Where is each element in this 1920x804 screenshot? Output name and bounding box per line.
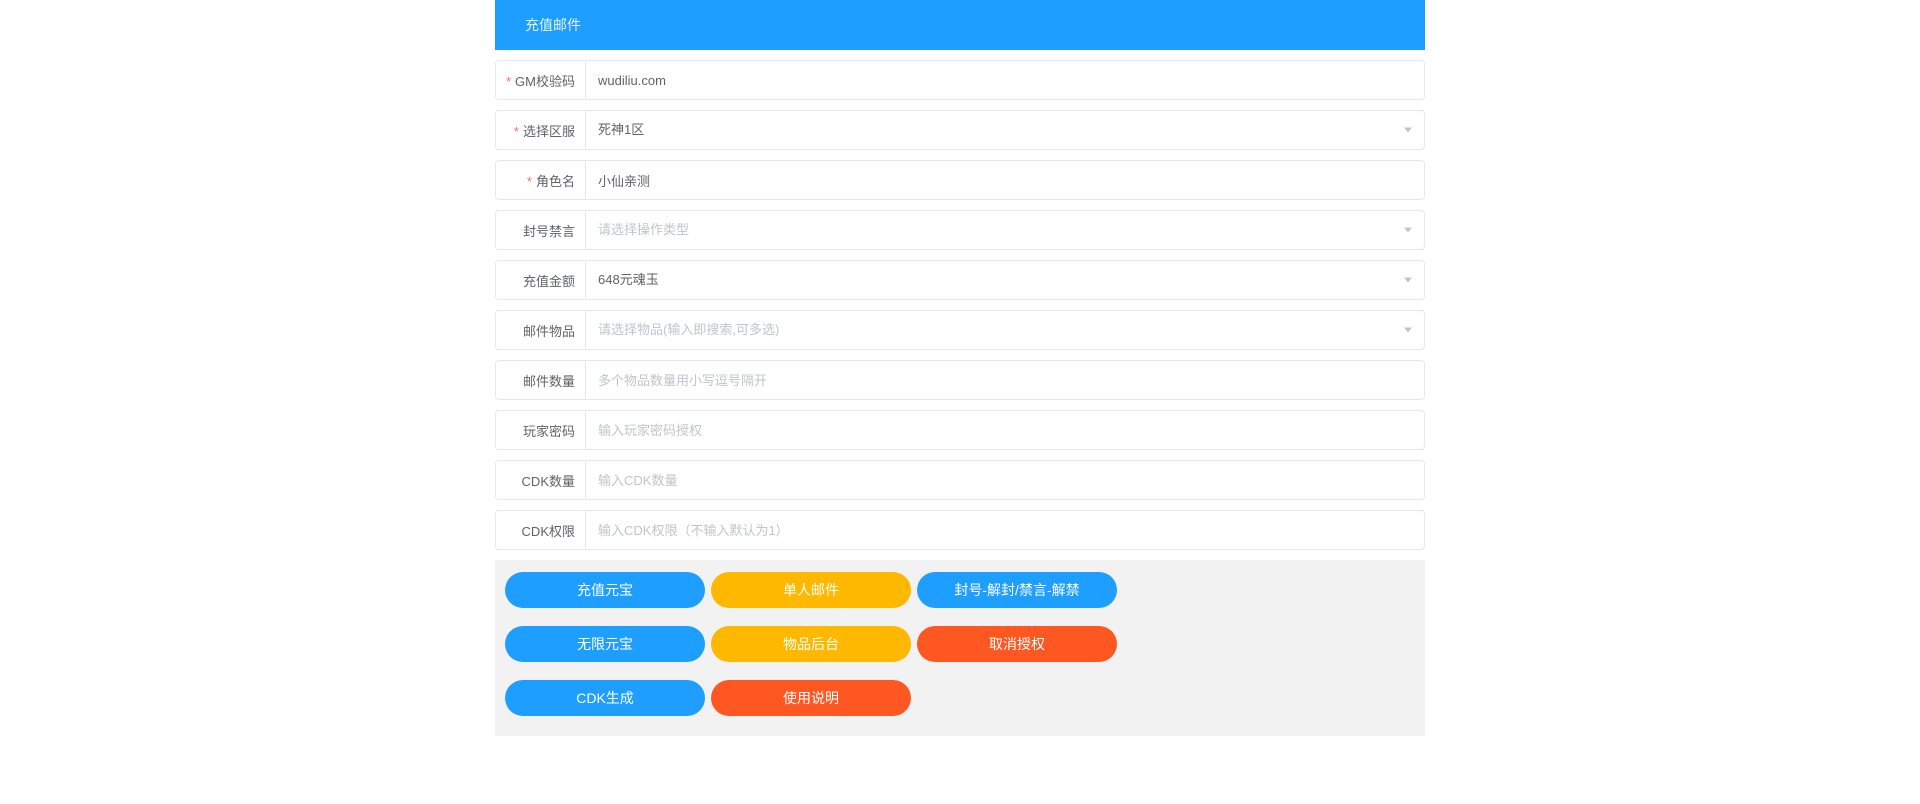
label-gm-code: GM校验码 xyxy=(496,61,586,99)
button-row-1: 充值元宝 单人邮件 封号-解封/禁言-解禁 xyxy=(505,572,1415,608)
label-ban: 封号禁言 xyxy=(496,211,586,249)
server-select-value: 死神1区 xyxy=(586,111,1424,149)
row-player-password: 玩家密码 xyxy=(495,410,1425,450)
unlimited-button[interactable]: 无限元宝 xyxy=(505,626,705,662)
revoke-auth-button[interactable]: 取消授权 xyxy=(917,626,1117,662)
ban-unban-button[interactable]: 封号-解封/禁言-解禁 xyxy=(917,572,1117,608)
items-select[interactable]: 请选择物品(输入即搜索,可多选) xyxy=(586,311,1424,349)
row-items: 邮件物品 请选择物品(输入即搜索,可多选) xyxy=(495,310,1425,350)
manual-button[interactable]: 使用说明 xyxy=(711,680,911,716)
server-select[interactable]: 死神1区 xyxy=(586,111,1424,149)
player-password-input[interactable] xyxy=(586,411,1424,449)
cdk-perm-input[interactable] xyxy=(586,511,1424,549)
item-qty-input[interactable] xyxy=(586,361,1424,399)
single-mail-button[interactable]: 单人邮件 xyxy=(711,572,911,608)
label-player-password: 玩家密码 xyxy=(496,411,586,449)
ban-select[interactable]: 请选择操作类型 xyxy=(586,211,1424,249)
amount-select-value: 648元魂玉 xyxy=(586,261,1424,299)
items-select-placeholder: 请选择物品(输入即搜索,可多选) xyxy=(586,311,1424,349)
amount-select[interactable]: 648元魂玉 xyxy=(586,261,1424,299)
label-item-qty: 邮件数量 xyxy=(496,361,586,399)
label-role-name: 角色名 xyxy=(496,161,586,199)
role-name-input[interactable] xyxy=(586,161,1424,199)
row-amount: 充值金额 648元魂玉 xyxy=(495,260,1425,300)
cdk-qty-input[interactable] xyxy=(586,461,1424,499)
row-item-qty: 邮件数量 xyxy=(495,360,1425,400)
recharge-button[interactable]: 充值元宝 xyxy=(505,572,705,608)
row-gm-code: GM校验码 xyxy=(495,60,1425,100)
row-ban: 封号禁言 请选择操作类型 xyxy=(495,210,1425,250)
row-role-name: 角色名 xyxy=(495,160,1425,200)
ban-select-placeholder: 请选择操作类型 xyxy=(586,211,1424,249)
recharge-form: GM校验码 选择区服 死神1区 角色名 封号禁言 请选择操作类型 xyxy=(495,50,1425,550)
label-server: 选择区服 xyxy=(496,111,586,149)
label-cdk-qty: CDK数量 xyxy=(496,461,586,499)
button-row-3: CDK生成 使用说明 xyxy=(505,680,1415,716)
label-items: 邮件物品 xyxy=(496,311,586,349)
gm-code-input[interactable] xyxy=(586,61,1424,99)
label-amount: 充值金额 xyxy=(496,261,586,299)
page-header: 充值邮件 xyxy=(495,0,1425,50)
label-cdk-perm: CDK权限 xyxy=(496,511,586,549)
item-admin-button[interactable]: 物品后台 xyxy=(711,626,911,662)
row-cdk-perm: CDK权限 xyxy=(495,510,1425,550)
row-server: 选择区服 死神1区 xyxy=(495,110,1425,150)
row-cdk-qty: CDK数量 xyxy=(495,460,1425,500)
button-area: 充值元宝 单人邮件 封号-解封/禁言-解禁 无限元宝 物品后台 取消授权 CDK… xyxy=(495,560,1425,736)
button-row-2: 无限元宝 物品后台 取消授权 xyxy=(505,626,1415,662)
cdk-generate-button[interactable]: CDK生成 xyxy=(505,680,705,716)
page-title: 充值邮件 xyxy=(525,17,581,33)
